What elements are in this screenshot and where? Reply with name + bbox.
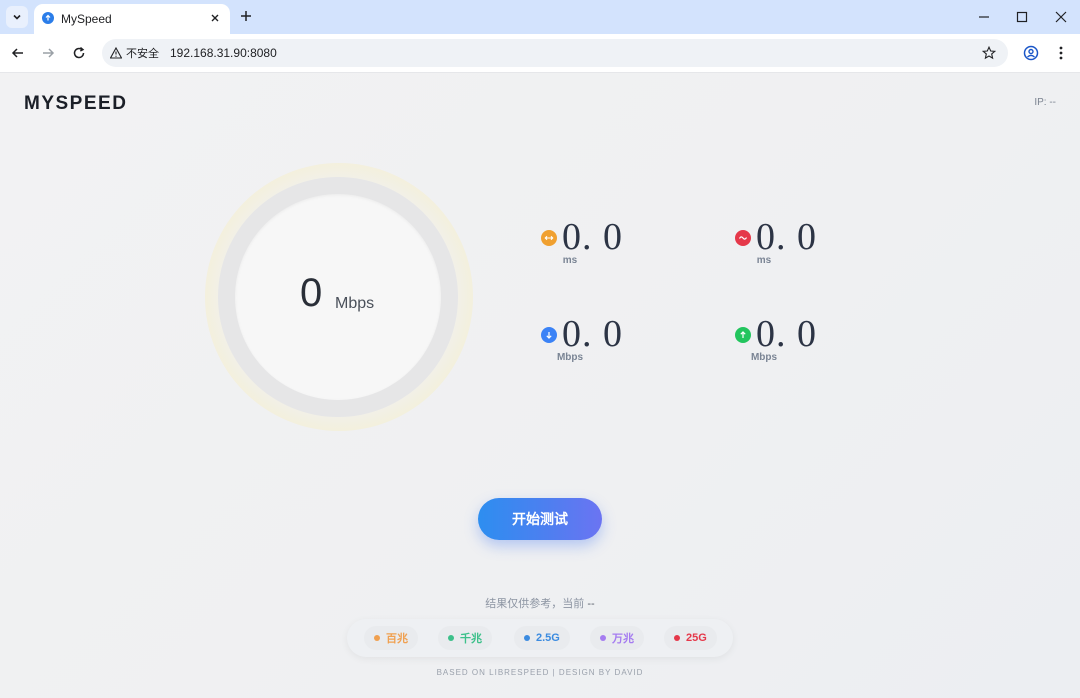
download-unit: Mbps	[556, 352, 584, 363]
close-window-button[interactable]	[1049, 6, 1073, 28]
ping-value: 0. 0	[562, 216, 623, 258]
ping-unit: ms	[562, 255, 578, 266]
metric-upload: 0. 0 Mbps	[735, 313, 855, 377]
ping-icon	[541, 230, 557, 246]
level-2-5g[interactable]: 2.5G	[514, 626, 570, 650]
upload-value: 0. 0	[756, 313, 817, 355]
speed-level-bar: 百兆 千兆 2.5G 万兆 25G	[347, 619, 733, 657]
ip-label: IP: --	[1034, 97, 1056, 108]
maximize-icon	[1016, 11, 1028, 23]
back-button[interactable]	[8, 43, 28, 63]
close-tab-icon[interactable]	[207, 10, 223, 26]
level-10g[interactable]: 万兆	[590, 626, 644, 650]
footer-credit: BASED ON LIBRESPEED | DESIGN BY DAVID	[436, 668, 644, 677]
metric-download: 0. 0 Mbps	[541, 313, 661, 377]
browser-tab-bar: MySpeed	[0, 0, 1080, 34]
gauge-unit: Mbps	[335, 295, 375, 312]
url-text[interactable]: 192.168.31.90:8080	[170, 46, 277, 60]
level-dot	[674, 635, 680, 641]
level-1g[interactable]: 千兆	[438, 626, 492, 650]
jitter-icon	[735, 230, 751, 246]
reload-icon	[73, 46, 85, 59]
result-note-text: 结果仅供参考，当前	[485, 598, 585, 610]
profile-icon	[1023, 45, 1039, 61]
tab-search-button[interactable]	[6, 6, 28, 28]
speedtest-page: MYSPEED IP: -- 0 Mbps 0. 0 ms 0. 0 ms 0.…	[0, 73, 1080, 698]
level-dot	[374, 635, 380, 641]
current-level: --	[587, 598, 595, 610]
jitter-unit: ms	[756, 255, 772, 266]
upload-unit: Mbps	[750, 352, 778, 363]
favicon-icon	[42, 12, 54, 24]
metric-ping: 0. 0 ms	[541, 216, 661, 280]
result-note: 结果仅供参考，当前 --	[0, 595, 1080, 611]
plus-icon	[241, 11, 251, 21]
bookmark-star-button[interactable]	[980, 44, 998, 62]
minimize-icon	[979, 16, 989, 18]
metric-jitter: 0. 0 ms	[735, 216, 855, 280]
menu-button[interactable]	[1051, 43, 1071, 63]
browser-toolbar: 不安全 192.168.31.90:8080	[0, 34, 1080, 73]
level-dot	[600, 635, 606, 641]
star-icon	[982, 46, 996, 60]
minimize-button[interactable]	[972, 6, 996, 28]
close-icon	[1055, 11, 1067, 23]
level-label: 25G	[686, 632, 707, 644]
level-dot	[448, 635, 454, 641]
arrow-right-icon	[43, 48, 55, 58]
gauge-value: 0	[300, 271, 323, 315]
forward-button[interactable]	[38, 43, 58, 63]
maximize-button[interactable]	[1010, 6, 1034, 28]
level-25g[interactable]: 25G	[664, 626, 717, 650]
level-100m[interactable]: 百兆	[364, 626, 418, 650]
start-test-button[interactable]: 开始测试	[478, 498, 602, 540]
warning-icon	[110, 47, 122, 59]
arrow-left-icon	[11, 48, 23, 58]
level-label: 千兆	[460, 633, 482, 645]
new-tab-button[interactable]	[237, 8, 255, 26]
chevron-down-icon	[13, 14, 21, 20]
more-vert-icon	[1059, 46, 1063, 60]
level-label: 万兆	[612, 633, 634, 645]
download-icon	[541, 327, 557, 343]
upload-icon	[735, 327, 751, 343]
tab-title: MySpeed	[61, 12, 112, 26]
security-label: 不安全	[126, 48, 159, 60]
download-value: 0. 0	[562, 313, 623, 355]
profile-button[interactable]	[1021, 43, 1041, 63]
app-logo: MYSPEED	[24, 93, 128, 114]
level-dot	[524, 635, 530, 641]
browser-tab[interactable]: MySpeed	[34, 4, 230, 34]
level-label: 百兆	[386, 633, 408, 645]
security-chip[interactable]: 不安全	[110, 45, 159, 61]
address-bar[interactable]: 不安全 192.168.31.90:8080	[102, 39, 1008, 67]
reload-button[interactable]	[69, 43, 89, 63]
jitter-value: 0. 0	[756, 216, 817, 258]
level-label: 2.5G	[536, 632, 560, 644]
